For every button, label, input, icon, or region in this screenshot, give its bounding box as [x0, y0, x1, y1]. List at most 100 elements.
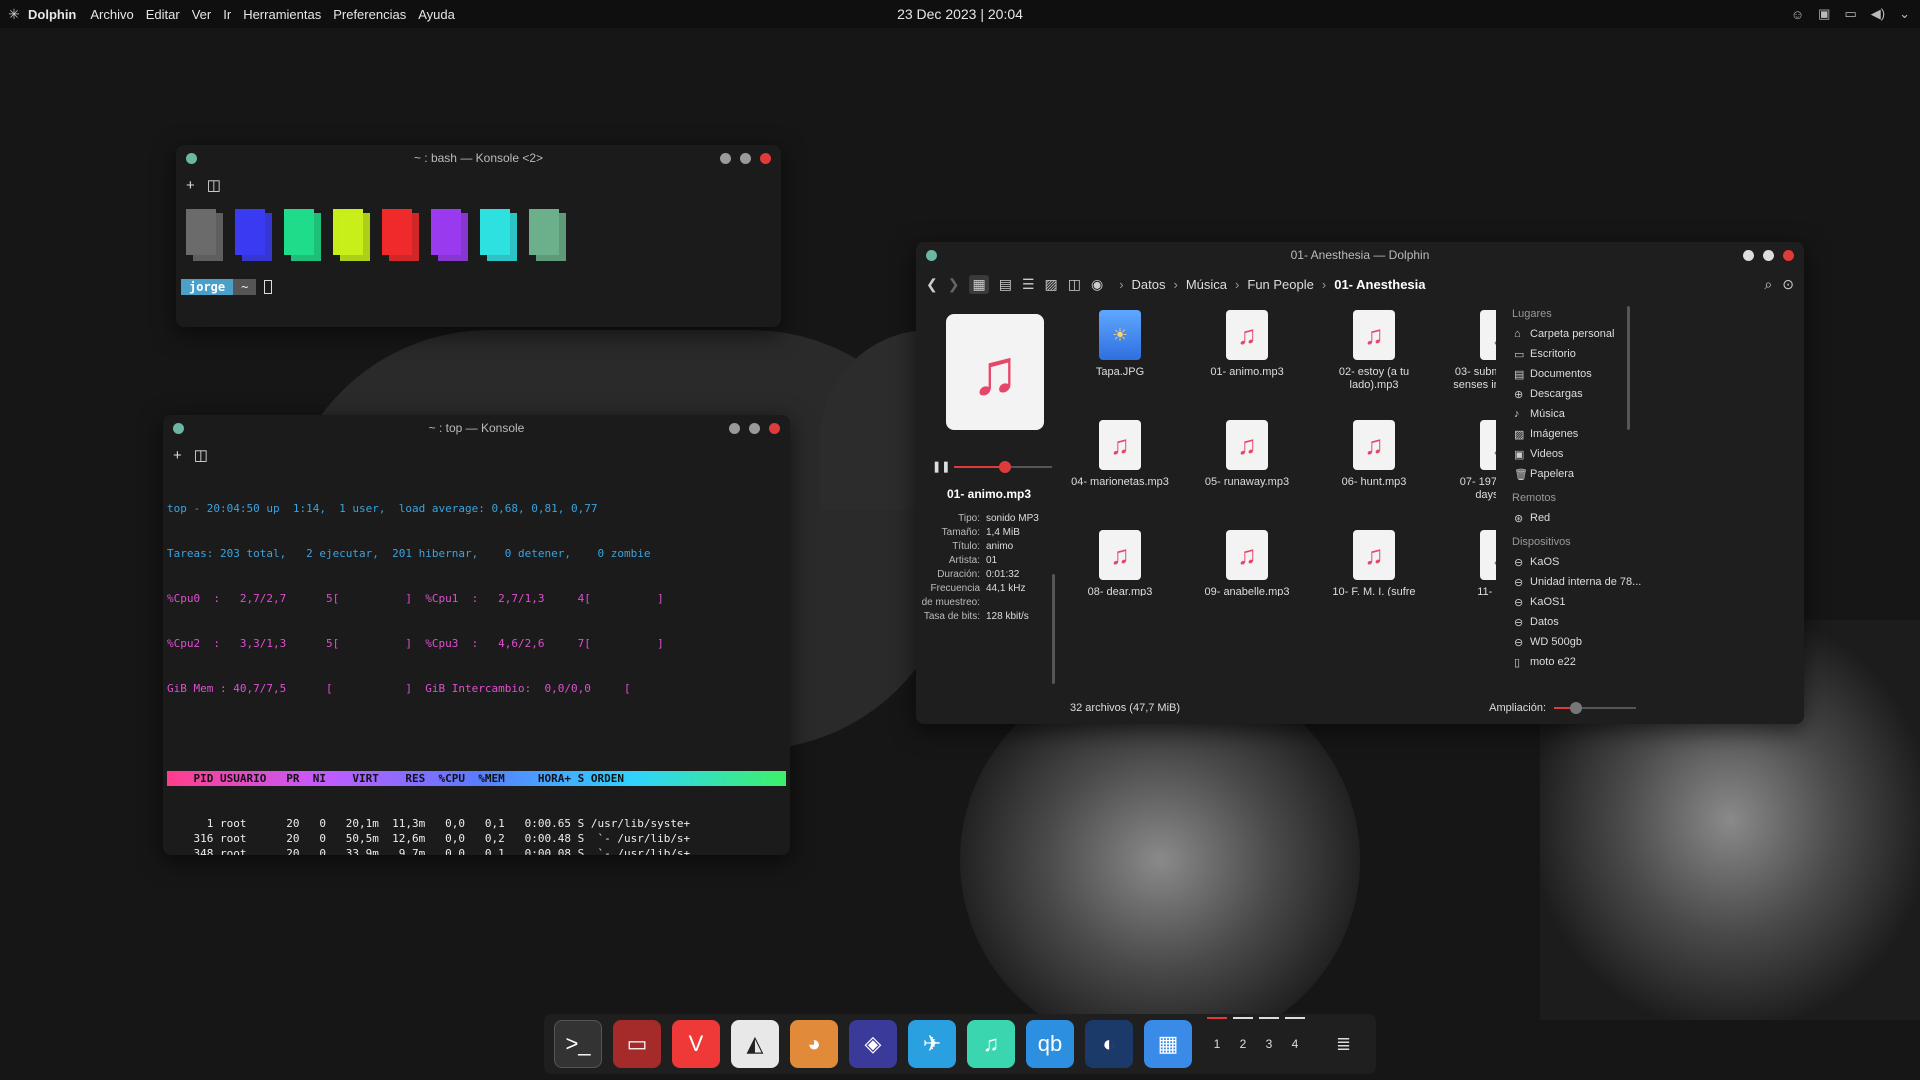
inkscape-icon[interactable]: ◭: [731, 1020, 779, 1068]
image-file[interactable]: ☀ Tapa.JPG: [1070, 310, 1170, 379]
telegram-icon[interactable]: ✈: [908, 1020, 956, 1068]
preview-icon[interactable]: ▨: [1045, 276, 1058, 293]
split-view-icon[interactable]: ◫: [194, 446, 208, 464]
audio-file[interactable]: ♫ 04- marionetas.mp3: [1070, 420, 1170, 489]
close-button[interactable]: [1783, 250, 1794, 261]
place-videos[interactable]: ▣ Videos: [1508, 444, 1648, 464]
desktop-3[interactable]: 3: [1259, 1017, 1279, 1051]
audio-file[interactable]: ♫ 07- 1978 (camps days).mp3: [1451, 420, 1496, 502]
menu-herramientas[interactable]: Herramientas: [243, 7, 321, 22]
chevron-down-icon[interactable]: ⌄: [1899, 6, 1910, 22]
window-title: 01- Anesthesia — Dolphin: [1290, 248, 1430, 262]
more-menu-icon[interactable]: ⊙: [1782, 276, 1794, 293]
launcher-icon[interactable]: ✳: [0, 6, 28, 23]
minimize-button[interactable]: [720, 153, 731, 164]
search-icon[interactable]: ⌕: [1764, 276, 1772, 293]
audio-file[interactable]: ♫ 11- boicot antinatural.mp3: [1451, 530, 1496, 596]
device-datos[interactable]: ⊖ Datos: [1508, 612, 1648, 632]
zoom-slider[interactable]: [1554, 702, 1636, 714]
desktop-4[interactable]: 4: [1285, 1017, 1305, 1051]
dolphin-icon[interactable]: ▭: [613, 1020, 661, 1068]
audio-file[interactable]: ♫ 10- F. M. I. (sufre sudamerica).mp3: [1324, 530, 1424, 596]
volume-icon[interactable]: ◀): [1871, 6, 1885, 22]
ghost-icon[interactable]: ☺: [1791, 7, 1804, 22]
window-menu-icon[interactable]: [926, 250, 937, 261]
breadcrumb-item[interactable]: Música: [1186, 277, 1227, 292]
minimize-button[interactable]: [1743, 250, 1754, 261]
device-wd-500gb[interactable]: ⊖ WD 500gb: [1508, 632, 1648, 652]
file-name: 11- boicot antinatural.mp3: [1477, 586, 1496, 596]
maximize-button[interactable]: [749, 423, 760, 434]
maximize-button[interactable]: [740, 153, 751, 164]
forward-icon[interactable]: ❯: [948, 276, 960, 293]
window-menu-icon[interactable]: [173, 423, 184, 434]
menu-ir[interactable]: Ir: [223, 7, 231, 22]
audio-file[interactable]: ♫ 09- anabelle.mp3: [1197, 530, 1297, 596]
place-carpeta-personal[interactable]: ⌂ Carpeta personal: [1508, 324, 1648, 344]
minimize-button[interactable]: [729, 423, 740, 434]
device-unidad-interna-de-78[interactable]: ⊖ Unidad interna de 78...: [1508, 572, 1648, 592]
elisa-icon[interactable]: ◈: [849, 1020, 897, 1068]
place-icon: ♪: [1514, 408, 1520, 420]
maximize-button[interactable]: [1763, 250, 1774, 261]
shell-prompt[interactable]: jorge ~: [181, 279, 781, 295]
place-documentos[interactable]: ▤ Documentos: [1508, 364, 1648, 384]
audio-file[interactable]: ♫ 03- submerge your senses into t....mp3: [1451, 310, 1496, 392]
new-tab-icon[interactable]: +: [173, 447, 182, 464]
place-papelera[interactable]: 🗑 Papelera: [1508, 464, 1648, 484]
clipboard-icon[interactable]: ▣: [1818, 6, 1830, 22]
device-kaos[interactable]: ⊖ KaOS: [1508, 552, 1648, 572]
audio-file[interactable]: ♫ 08- dear.mp3: [1070, 530, 1170, 596]
close-button[interactable]: [760, 153, 771, 164]
playback-slider[interactable]: [954, 461, 1052, 473]
close-button[interactable]: [769, 423, 780, 434]
menu-ver[interactable]: Ver: [192, 7, 212, 22]
menu-archivo[interactable]: Archivo: [90, 7, 133, 22]
icons-view-icon[interactable]: ▦: [969, 274, 989, 294]
audio-file[interactable]: ♫ 01- animo.mp3: [1197, 310, 1297, 379]
details-view-icon[interactable]: ☰: [1022, 276, 1035, 293]
place-escritorio[interactable]: ▭ Escritorio: [1508, 344, 1648, 364]
show-hidden-icon[interactable]: ◉: [1091, 276, 1103, 293]
desktop-2[interactable]: 2: [1233, 1017, 1253, 1051]
titlebar[interactable]: ~ : top — Konsole: [163, 415, 790, 441]
gimp-icon[interactable]: ◕: [790, 1020, 838, 1068]
place-m-sica[interactable]: ♪ Música: [1508, 404, 1648, 424]
window-menu-icon[interactable]: [186, 153, 197, 164]
titlebar[interactable]: 01- Anesthesia — Dolphin: [916, 242, 1804, 268]
back-icon[interactable]: ❮: [926, 276, 938, 293]
place-im-genes[interactable]: ▨ Imágenes: [1508, 424, 1648, 444]
device-moto-e22[interactable]: ▯ moto e22: [1508, 652, 1648, 672]
qbittorrent-icon[interactable]: qb: [1026, 1020, 1074, 1068]
music-icon[interactable]: ♫: [967, 1020, 1015, 1068]
info-scrollbar[interactable]: [1052, 574, 1055, 684]
device-kaos1[interactable]: ⊖ KaOS1: [1508, 592, 1648, 612]
place-red[interactable]: ⊛ Red: [1508, 508, 1648, 528]
menu-ayuda[interactable]: Ayuda: [418, 7, 455, 22]
split-view-icon[interactable]: ◫: [207, 176, 221, 194]
pause-icon[interactable]: ❚❚: [932, 460, 950, 473]
menu-icon[interactable]: ≣: [1336, 1034, 1351, 1055]
split-icon[interactable]: ◫: [1068, 276, 1081, 293]
terminal-output[interactable]: top - 20:04:50 up 1:14, 1 user, load ave…: [163, 469, 790, 855]
network-icon[interactable]: ▭: [1844, 6, 1856, 22]
discover-icon[interactable]: ▦: [1144, 1020, 1192, 1068]
audio-file[interactable]: ♫ 02- estoy (a tu lado).mp3: [1324, 310, 1424, 392]
desktop-1[interactable]: 1: [1207, 1017, 1227, 1051]
place-descargas[interactable]: ⊕ Descargas: [1508, 384, 1648, 404]
audio-file[interactable]: ♫ 05- runaway.mp3: [1197, 420, 1297, 489]
titlebar[interactable]: ~ : bash — Konsole <2>: [176, 145, 781, 171]
vivaldi-icon[interactable]: V: [672, 1020, 720, 1068]
breadcrumb-item[interactable]: Fun People: [1247, 277, 1314, 292]
breadcrumb-current[interactable]: 01- Anesthesia: [1334, 277, 1425, 292]
terminal-icon[interactable]: >_: [554, 1020, 602, 1068]
breadcrumb-item[interactable]: Datos: [1132, 277, 1166, 292]
audio-file[interactable]: ♫ 06- hunt.mp3: [1324, 420, 1424, 489]
compact-view-icon[interactable]: ▤: [999, 276, 1012, 293]
playback-handle[interactable]: [998, 461, 1011, 473]
menu-editar[interactable]: Editar: [146, 7, 180, 22]
new-tab-icon[interactable]: +: [186, 177, 195, 194]
top-cpu-line: %Cpu2 : 3,3/1,3 5[ ] %Cpu3 : 4,6/2,6 7[ …: [167, 637, 664, 650]
menu-preferencias[interactable]: Preferencias: [333, 7, 406, 22]
steam-icon[interactable]: ◐: [1085, 1020, 1133, 1068]
